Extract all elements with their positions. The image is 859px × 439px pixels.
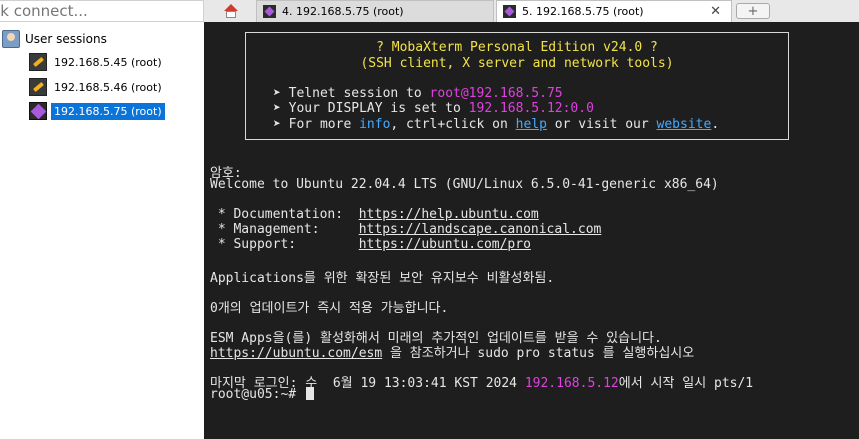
info-link[interactable]: info xyxy=(359,117,390,132)
key-icon xyxy=(29,53,47,71)
banner-subtitle: (SSH client, X server and network tools) xyxy=(360,56,674,71)
help-link[interactable]: help xyxy=(516,117,547,132)
tab-label: 4. 192.168.5.75 (root) xyxy=(282,5,404,18)
documentation-url[interactable]: https://help.ubuntu.com xyxy=(359,207,539,222)
user-sessions-label: User sessions xyxy=(25,32,107,46)
banner-display-line: ➤ Your DISPLAY is set to 192.168.5.12:0.… xyxy=(273,101,594,116)
documentation-line: * Documentation: https://help.ubuntu.com xyxy=(210,207,539,222)
key-icon xyxy=(29,78,47,96)
management-url[interactable]: https://landscape.canonical.com xyxy=(359,222,602,237)
session-item-label: 192.168.5.75 (root) xyxy=(51,102,165,120)
support-line: * Support: https://ubuntu.com/pro xyxy=(210,237,531,252)
esm-url[interactable]: https://ubuntu.com/esm xyxy=(210,346,382,361)
banner-links-line: ➤ For more info, ctrl+click on help or v… xyxy=(273,117,720,132)
applications-message: Applications를 위한 확장된 보안 유지보수 비활성화됨. xyxy=(210,271,555,286)
quick-connect-bar xyxy=(0,0,204,22)
mobaxterm-banner: ? MobaXterm Personal Edition v24.0 ? (SS… xyxy=(245,32,789,140)
banner-telnet-line: ➤ Telnet session to root@192.168.5.75 xyxy=(273,86,563,101)
tab-bar: 4. 192.168.5.75 (root) 5. 192.168.5.75 (… xyxy=(204,0,859,23)
user-sessions-folder[interactable]: User sessions xyxy=(2,29,107,49)
quick-connect-input[interactable] xyxy=(0,1,192,21)
updates-message: 0개의 업데이트가 즉시 적용 가능합니다. xyxy=(210,301,449,316)
home-tab[interactable] xyxy=(214,0,248,22)
tab-label: 5. 192.168.5.75 (root) xyxy=(522,5,644,18)
shell-prompt-line[interactable]: root@u05:~# xyxy=(210,387,314,402)
user-sessions-icon xyxy=(2,30,20,48)
session-item-192-168-5-45[interactable]: 192.168.5.45 (root) xyxy=(29,52,165,72)
session-item-label: 192.168.5.45 (root) xyxy=(54,55,162,69)
close-tab-icon[interactable]: ✕ xyxy=(710,4,721,19)
banner-title: ? MobaXterm Personal Edition v24.0 ? xyxy=(376,40,658,55)
plus-icon: + xyxy=(747,3,759,19)
new-tab-button[interactable]: + xyxy=(736,3,770,19)
tab-session-5[interactable]: 5. 192.168.5.75 (root) ✕ xyxy=(496,0,732,22)
sessions-sidebar: User sessions 192.168.5.45 (root) 192.16… xyxy=(0,0,204,439)
session-item-192-168-5-46[interactable]: 192.168.5.46 (root) xyxy=(29,77,165,97)
session-item-label: 192.168.5.46 (root) xyxy=(54,80,162,94)
tab-session-4[interactable]: 4. 192.168.5.75 (root) xyxy=(256,0,494,22)
esm-line: https://ubuntu.com/esm 을 참조하거나 sudo pro … xyxy=(210,346,695,361)
mobaxterm-session-icon xyxy=(263,5,276,18)
welcome-line: Welcome to Ubuntu 22.04.4 LTS (GNU/Linux… xyxy=(210,177,719,192)
website-link[interactable]: website xyxy=(657,117,712,132)
home-icon xyxy=(224,4,238,18)
text-cursor xyxy=(305,387,314,400)
session-host: root@192.168.5.75 xyxy=(429,86,563,101)
management-line: * Management: https://landscape.canonica… xyxy=(210,222,602,237)
support-url[interactable]: https://ubuntu.com/pro xyxy=(359,237,531,252)
shell-prompt: root@u05:~# xyxy=(210,387,304,402)
terminal-view[interactable]: ? MobaXterm Personal Edition v24.0 ? (SS… xyxy=(204,22,859,439)
session-item-192-168-5-75[interactable]: 192.168.5.75 (root) xyxy=(29,101,165,121)
last-login-host: 192.168.5.12 xyxy=(524,376,619,391)
mobaxterm-session-icon xyxy=(29,102,47,120)
mobaxterm-session-icon xyxy=(503,5,516,18)
display-address: 192.168.5.12:0.0 xyxy=(468,101,594,116)
